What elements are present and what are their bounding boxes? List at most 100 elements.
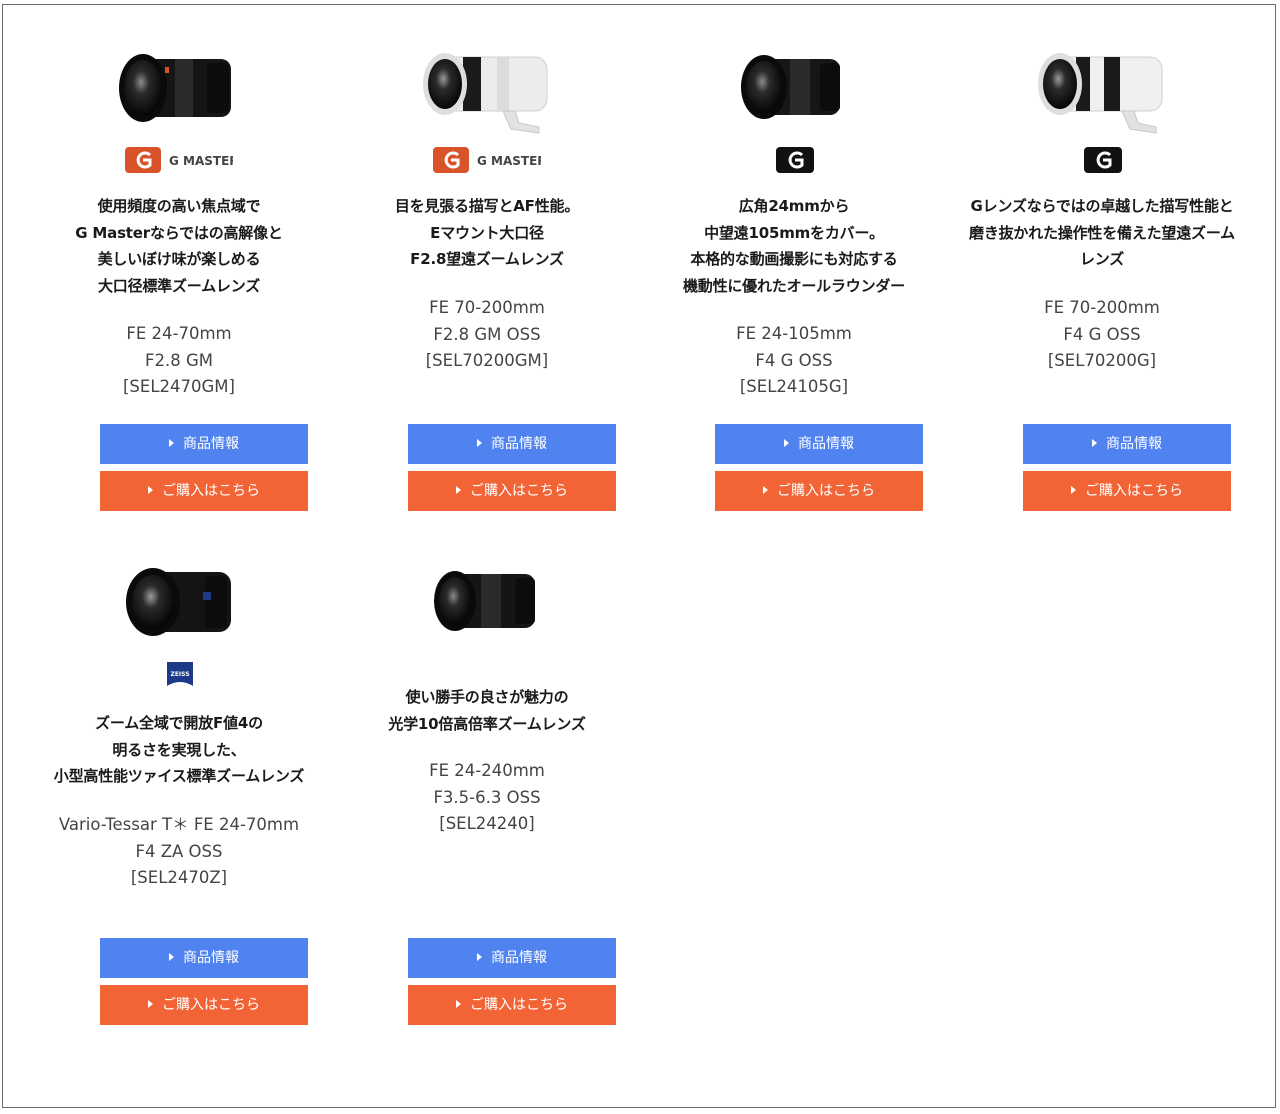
button-label: ご購入はこちら — [777, 483, 875, 499]
product-model: FE 70-200mm F2.8 GM OSS [SEL70200GM] — [337, 295, 637, 375]
headline-line: G Masterならではの高解像と — [75, 223, 283, 242]
button-label: ご購入はこちら — [162, 483, 260, 499]
headline-line: Eマウント大口径 — [430, 223, 544, 242]
chevron-right-icon — [1071, 486, 1076, 494]
headline-line: 小型高性能ツァイス標準ズームレンズ — [53, 767, 305, 785]
product-card-sel2470gm: G MASTER 使用頻度の高い焦点域で G Masterならではの高解像と 美… — [29, 45, 329, 525]
zeiss-logo-icon: ZEISS — [165, 660, 195, 692]
button-label: ご購入はこちら — [1085, 483, 1183, 499]
button-label: 商品情報 — [491, 436, 547, 452]
product-info-button[interactable]: 商品情報 — [100, 424, 308, 464]
chevron-right-icon — [169, 953, 174, 961]
headline-line: 磨き抜かれた操作性を備えた望遠ズーム — [969, 223, 1235, 242]
page-frame: G MASTER 使用頻度の高い焦点域で G Masterならではの高解像と 美… — [2, 4, 1276, 1108]
model-line: [SEL2470GM] — [123, 377, 235, 396]
chevron-right-icon — [456, 486, 461, 494]
headline-line: Gレンズならではの卓越した描写性能と — [970, 197, 1234, 215]
headline-line: 本格的な動画撮影にも対応する — [690, 250, 898, 268]
buy-button[interactable]: ご購入はこちら — [1023, 471, 1231, 511]
model-line: F3.5-6.3 OSS — [433, 787, 541, 807]
headline-line: 大口径標準ズームレンズ — [97, 276, 261, 295]
g-lens-logo-icon — [775, 145, 815, 177]
chevron-right-icon — [456, 1000, 461, 1008]
headline-line: 目を見張る描写とAF性能。 — [394, 197, 580, 215]
chevron-right-icon — [477, 953, 482, 961]
product-info-button[interactable]: 商品情報 — [408, 424, 616, 464]
product-info-button[interactable]: 商品情報 — [1023, 424, 1231, 464]
product-headline: ズーム全域で開放F値4の 明るさを実現した、 小型高性能ツァイス標準ズームレンズ — [19, 710, 339, 790]
model-line: [SEL24105G] — [739, 377, 849, 396]
headline-line: 光学10倍高倍率ズームレンズ — [388, 714, 586, 733]
product-card-sel70200gm: G MASTER 目を見張る描写とAF性能。 Eマウント大口径 F2.8望遠ズー… — [337, 45, 637, 525]
headline-line: 使い勝手の良さが魅力の — [405, 688, 569, 706]
white-telephoto-lens-icon — [419, 49, 555, 135]
product-headline: 目を見張る描写とAF性能。 Eマウント大口径 F2.8望遠ズームレンズ — [337, 193, 637, 273]
headline-line: 美しいぼけ味が楽しめる — [97, 250, 261, 268]
product-info-button[interactable]: 商品情報 — [408, 938, 616, 978]
product-headline: Gレンズならではの卓越した描写性能と 磨き抜かれた操作性を備えた望遠ズーム レン… — [947, 193, 1257, 273]
model-line: FE 24-70mm — [126, 324, 232, 343]
model-line: F4 G OSS — [1063, 324, 1141, 344]
headline-line: レンズ — [1079, 250, 1125, 268]
model-line: F2.8 GM — [145, 350, 213, 370]
chevron-right-icon — [169, 439, 174, 447]
g-lens-logo-icon — [1083, 145, 1123, 177]
product-card-sel2470z: ZEISS ズーム全域で開放F値4の 明るさを実現した、 小型高性能ツァイス標準… — [29, 560, 329, 1040]
product-headline: 広角24mmから 中望遠105mmをカバー。 本格的な動画撮影にも対応する 機動… — [644, 193, 944, 299]
product-model: FE 24-70mm F2.8 GM [SEL2470GM] — [29, 321, 329, 401]
model-line: [SEL70200GM] — [425, 351, 549, 370]
product-model: FE 24-240mm F3.5-6.3 OSS [SEL24240] — [337, 758, 637, 838]
black-zoom-lens-icon — [738, 49, 850, 125]
product-model: FE 24-105mm F4 G OSS [SEL24105G] — [644, 321, 944, 401]
chevron-right-icon — [477, 439, 482, 447]
g-master-logo-icon: G MASTER — [433, 145, 547, 177]
buy-button[interactable]: ご購入はこちら — [100, 471, 308, 511]
buy-button[interactable]: ご購入はこちら — [408, 985, 616, 1025]
g-master-logo-icon: G MASTER — [125, 145, 239, 177]
button-label: ご購入はこちら — [162, 997, 260, 1013]
headline-line: 中望遠105mmをカバー。 — [704, 223, 884, 242]
chevron-right-icon — [784, 439, 789, 447]
product-headline: 使い勝手の良さが魅力の 光学10倍高倍率ズームレンズ — [337, 684, 637, 737]
button-label: 商品情報 — [183, 950, 239, 966]
button-label: 商品情報 — [798, 436, 854, 452]
model-line: FE 24-240mm — [429, 761, 545, 780]
headline-line: 明るさを実現した、 — [112, 740, 246, 759]
model-line: F2.8 GM OSS — [433, 324, 541, 344]
model-line: [SEL24240] — [439, 814, 535, 833]
button-label: ご購入はこちら — [470, 997, 568, 1013]
buy-button[interactable]: ご購入はこちら — [408, 471, 616, 511]
chevron-right-icon — [1092, 439, 1097, 447]
button-label: 商品情報 — [183, 436, 239, 452]
svg-text:ZEISS: ZEISS — [170, 671, 189, 678]
button-label: 商品情報 — [1106, 436, 1162, 452]
headline-line: 機動性に優れたオールラウンダー — [682, 276, 905, 295]
product-model: FE 70-200mm F4 G OSS [SEL70200G] — [952, 295, 1252, 375]
product-card-sel24240: 使い勝手の良さが魅力の 光学10倍高倍率ズームレンズ FE 24-240mm F… — [337, 560, 637, 1040]
svg-text:G MASTER: G MASTER — [169, 154, 233, 168]
button-label: 商品情報 — [491, 950, 547, 966]
button-label: ご購入はこちら — [470, 483, 568, 499]
black-zoom-lens-icon — [115, 49, 243, 127]
headline-line: 使用頻度の高い焦点域で — [97, 197, 261, 215]
product-info-button[interactable]: 商品情報 — [715, 424, 923, 464]
black-compact-lens-icon — [123, 564, 239, 640]
headline-line: F2.8望遠ズームレンズ — [410, 250, 564, 268]
chevron-right-icon — [148, 486, 153, 494]
model-line: FE 70-200mm — [1044, 298, 1160, 317]
white-telephoto-lens-icon — [1034, 49, 1170, 135]
model-line: [SEL2470Z] — [130, 868, 228, 887]
product-headline: 使用頻度の高い焦点域で G Masterならではの高解像と 美しいぼけ味が楽しめ… — [29, 193, 329, 299]
model-line: Vario-Tessar T＊ FE 24-70mm — [58, 815, 300, 834]
model-line: F4 G OSS — [755, 350, 833, 370]
chevron-right-icon — [763, 486, 768, 494]
black-zoom-lens-icon — [431, 566, 543, 636]
headline-line: ズーム全域で開放F値4の — [95, 714, 263, 732]
buy-button[interactable]: ご購入はこちら — [715, 471, 923, 511]
model-line: FE 24-105mm — [736, 324, 852, 343]
model-line: [SEL70200G] — [1047, 351, 1157, 370]
chevron-right-icon — [148, 1000, 153, 1008]
buy-button[interactable]: ご購入はこちら — [100, 985, 308, 1025]
product-info-button[interactable]: 商品情報 — [100, 938, 308, 978]
product-card-sel24105g: 広角24mmから 中望遠105mmをカバー。 本格的な動画撮影にも対応する 機動… — [644, 45, 944, 525]
